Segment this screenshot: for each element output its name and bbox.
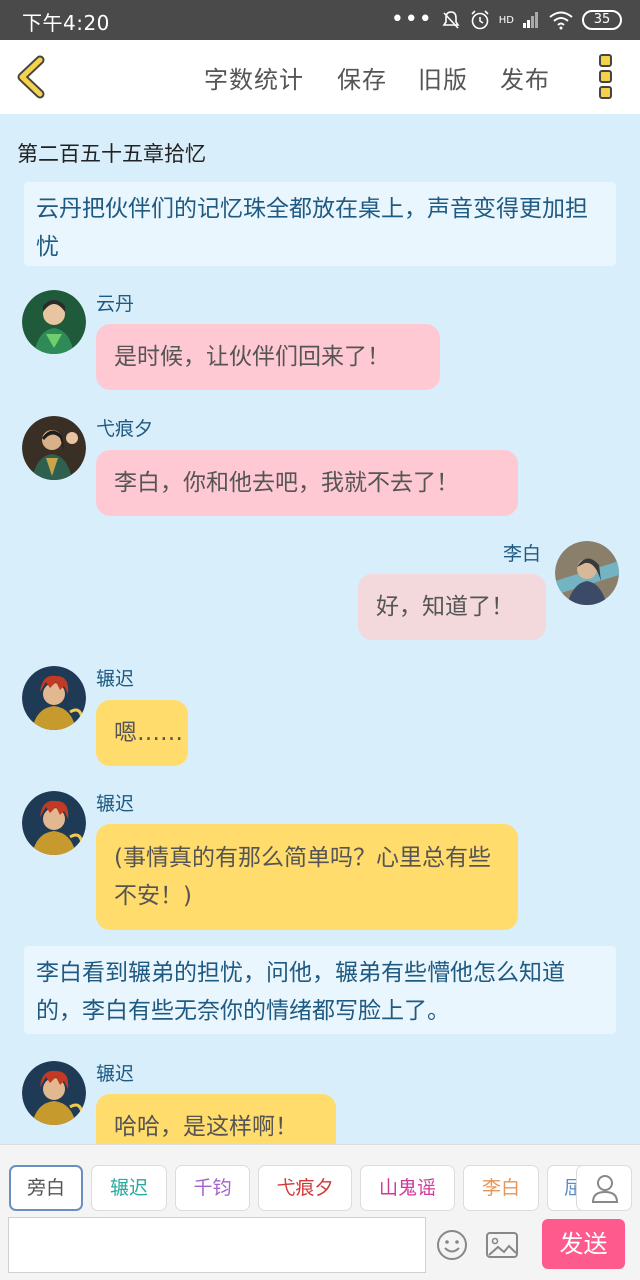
more-menu-icon[interactable]: [595, 54, 615, 102]
image-button[interactable]: [482, 1225, 522, 1265]
speaker-name: 云丹: [96, 293, 135, 315]
avatar[interactable]: [555, 541, 619, 605]
network-type: HD: [498, 14, 514, 26]
more-dots-icon: •••: [390, 7, 433, 32]
avatar[interactable]: [22, 1061, 86, 1125]
dialog-bubble[interactable]: 哈哈，是这样啊！: [96, 1094, 336, 1144]
image-icon: [486, 1232, 518, 1258]
message-input[interactable]: [8, 1217, 426, 1273]
status-bar: 下午4:20 ••• HD 35: [0, 0, 640, 40]
dialog-bubble[interactable]: 是时候，让伙伴们回来了！: [96, 324, 440, 390]
bottom-input-bar: 旁白 辗迟 千钧 弋痕夕 山鬼谣 李白 屈 发送: [0, 1144, 640, 1280]
emoji-icon: [437, 1230, 467, 1260]
character-chip[interactable]: 李白: [463, 1165, 539, 1211]
send-button[interactable]: 发送: [542, 1219, 625, 1269]
speaker-name: 弋痕夕: [96, 418, 154, 440]
speaker-name: 李白: [503, 543, 542, 565]
avatar[interactable]: [22, 416, 86, 480]
top-toolbar: 字数统计 保存 旧版 发布: [0, 40, 640, 114]
back-button[interactable]: [12, 54, 52, 100]
speaker-name: 辗迟: [96, 1063, 135, 1085]
dialog-bubble[interactable]: 李白，你和他去吧，我就不去了！: [96, 450, 518, 516]
avatar[interactable]: [22, 666, 86, 730]
chapter-title: 第二百五十五章拾忆: [17, 142, 206, 166]
dialog-bubble[interactable]: 好，知道了！: [358, 574, 546, 640]
old-version-button[interactable]: 旧版: [418, 60, 468, 95]
alarm-icon: [471, 10, 489, 30]
character-chip[interactable]: 山鬼谣: [360, 1165, 455, 1211]
character-chip[interactable]: 辗迟: [91, 1165, 167, 1211]
publish-button[interactable]: 发布: [500, 60, 550, 95]
status-icons: ••• HD 35: [391, 8, 622, 32]
speaker-name: 辗迟: [96, 793, 135, 815]
mute-bell-icon: [442, 11, 460, 29]
speaker-name: 辗迟: [96, 668, 135, 690]
word-count-button[interactable]: 字数统计: [204, 60, 304, 95]
character-chip[interactable]: 弋痕夕: [258, 1165, 352, 1211]
avatar[interactable]: [22, 290, 86, 354]
battery-icon: 35: [582, 10, 622, 30]
emoji-button[interactable]: [432, 1225, 472, 1265]
signal-icon: [523, 12, 538, 28]
narration-block[interactable]: 李白看到辗弟的担忧，问他，辗弟有些懵他怎么知道的，李白有些无奈你的情绪都写脸上了…: [24, 946, 616, 1034]
narration-block[interactable]: 云丹把伙伴们的记忆珠全都放在桌上，声音变得更加担忧: [24, 182, 616, 266]
back-arrow-icon: [17, 55, 45, 99]
avatar[interactable]: [22, 791, 86, 855]
character-chip[interactable]: 千钧: [175, 1165, 250, 1211]
story-content[interactable]: 第二百五十五章拾忆 云丹把伙伴们的记忆珠全都放在桌上，声音变得更加担忧 云丹 是…: [0, 114, 640, 1144]
dialog-bubble[interactable]: 嗯……: [96, 700, 188, 766]
wifi-icon: [549, 11, 573, 30]
person-icon: [591, 1175, 619, 1203]
save-button[interactable]: 保存: [337, 60, 387, 95]
dialog-bubble[interactable]: (事情真的有那么简单吗？心里总有些不安！): [96, 824, 518, 930]
status-time: 下午4:20: [22, 11, 110, 35]
character-manage-button[interactable]: [576, 1165, 632, 1211]
character-chip-narrator[interactable]: 旁白: [9, 1165, 83, 1211]
